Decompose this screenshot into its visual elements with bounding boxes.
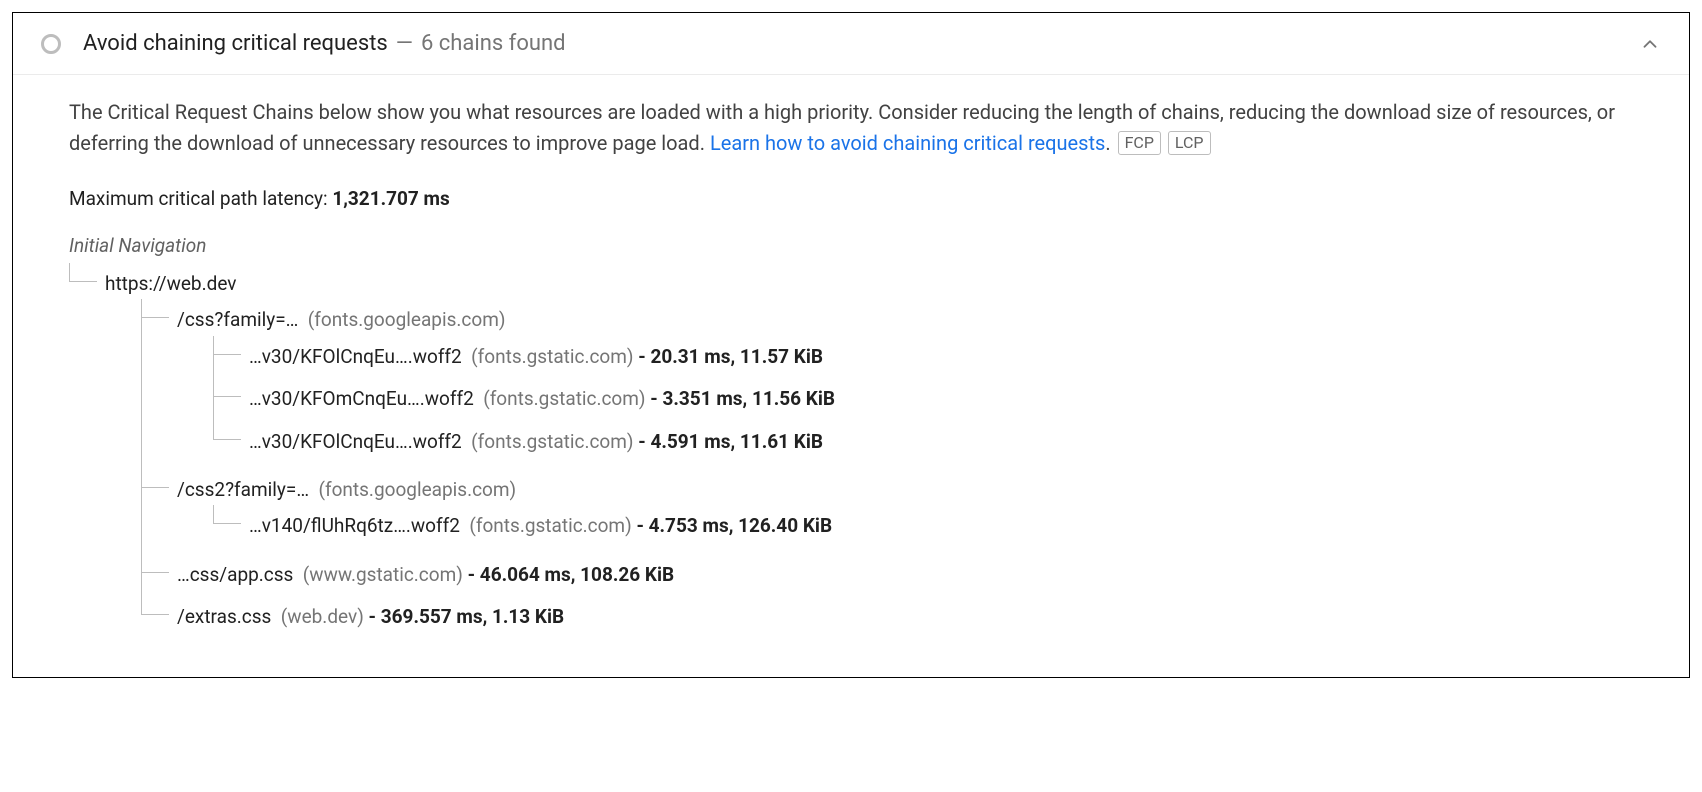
chain-node: https://web.dev/css?family=… (fonts.goog… <box>69 263 1633 645</box>
chain-node-path: …v30/KFOlCnqEu….woff2 <box>249 345 462 368</box>
chain-node-origin: (fonts.gstatic.com) <box>483 387 645 410</box>
chain-node-path: …v140/flUhRq6tz….woff2 <box>249 514 460 537</box>
audit-header[interactable]: Avoid chaining critical requests — 6 cha… <box>13 13 1689 75</box>
max-latency-line: Maximum critical path latency: 1,321.707… <box>69 187 1633 210</box>
chain-node-origin: (web.dev) <box>281 605 364 628</box>
chain-node-stats: - 369.557 ms, 1.13 KiB <box>369 605 565 628</box>
chain-node-path: /extras.css <box>177 605 271 628</box>
chain-node-path: …v30/KFOlCnqEu….woff2 <box>249 430 462 453</box>
initial-navigation-label: Initial Navigation <box>69 234 1633 257</box>
chain-node-stats: - 3.351 ms, 11.56 KiB <box>650 387 835 410</box>
chain-node-origin: (fonts.googleapis.com) <box>308 308 506 331</box>
chain-node: /css2?family=… (fonts.googleapis.com) …v1… <box>141 469 1633 554</box>
chain-node-path: https://web.dev <box>105 272 236 295</box>
metric-badge-lcp: LCP <box>1168 131 1211 155</box>
chain-node-row: /extras.css (web.dev) - 369.557 ms, 1.13… <box>177 605 564 628</box>
chain-node-row: …v30/KFOmCnqEu….woff2 (fonts.gstatic.com… <box>249 387 835 410</box>
chain-node-origin: (www.gstatic.com) <box>303 563 463 586</box>
chain-node: …v30/KFOmCnqEu….woff2 (fonts.gstatic.com… <box>213 378 1633 420</box>
chain-node-row: …v30/KFOlCnqEu….woff2 (fonts.gstatic.com… <box>249 345 823 368</box>
request-chain-tree: Initial Navigation https://web.dev/css?f… <box>69 234 1633 645</box>
chevron-up-icon[interactable] <box>1639 33 1661 55</box>
tree-root-list: https://web.dev/css?family=… (fonts.goog… <box>69 263 1633 645</box>
chain-node-stats: - 46.064 ms, 108.26 KiB <box>468 563 675 586</box>
status-circle-icon <box>41 34 61 54</box>
chain-node-row: /css?family=… (fonts.googleapis.com) <box>177 308 505 331</box>
chain-children: …v140/flUhRq6tz….woff2 (fonts.gstatic.co… <box>189 505 1633 547</box>
chain-node-origin: (fonts.googleapis.com) <box>318 478 516 501</box>
audit-body: The Critical Request Chains below show y… <box>13 75 1689 677</box>
chain-node: …v140/flUhRq6tz….woff2 (fonts.gstatic.co… <box>213 505 1633 547</box>
chain-node-path: …v30/KFOmCnqEu….woff2 <box>249 387 474 410</box>
chain-node: /css?family=… (fonts.googleapis.com) …v30… <box>141 299 1633 469</box>
chain-node-path: …css/app.css <box>177 563 293 586</box>
chain-node: …v30/KFOlCnqEu….woff2 (fonts.gstatic.com… <box>213 336 1633 378</box>
audit-description: The Critical Request Chains below show y… <box>69 97 1633 159</box>
chain-node-row: /css2?family=… (fonts.googleapis.com) <box>177 478 516 501</box>
learn-more-link[interactable]: Learn how to avoid chaining critical req… <box>710 131 1105 155</box>
chain-node-path: /css2?family=… <box>177 478 309 501</box>
chain-node: /extras.css (web.dev) - 369.557 ms, 1.13… <box>141 596 1633 638</box>
chain-node-origin: (fonts.gstatic.com) <box>471 345 633 368</box>
chain-node: …css/app.css (www.gstatic.com) - 46.064 … <box>141 554 1633 596</box>
audit-summary: 6 chains found <box>421 31 566 56</box>
chain-node-row: https://web.dev <box>105 272 236 295</box>
audit-title-separator: — <box>396 31 413 56</box>
max-latency-value: 1,321.707 ms <box>332 187 449 210</box>
chain-node-origin: (fonts.gstatic.com) <box>469 514 631 537</box>
chain-children: /css?family=… (fonts.googleapis.com) …v30… <box>117 299 1633 638</box>
chain-node-stats: - 4.753 ms, 126.40 KiB <box>636 514 832 537</box>
chain-node-origin: (fonts.gstatic.com) <box>471 430 633 453</box>
chain-children: …v30/KFOlCnqEu….woff2 (fonts.gstatic.com… <box>189 336 1633 463</box>
chain-node-path: /css?family=… <box>177 308 298 331</box>
chain-node-row: …v140/flUhRq6tz….woff2 (fonts.gstatic.co… <box>249 514 832 537</box>
chain-node: …v30/KFOlCnqEu….woff2 (fonts.gstatic.com… <box>213 421 1633 463</box>
period: . <box>1105 131 1110 155</box>
audit-title: Avoid chaining critical requests <box>83 31 388 56</box>
max-latency-label: Maximum critical path latency: <box>69 187 332 210</box>
chain-node-stats: - 20.31 ms, 11.57 KiB <box>638 345 823 368</box>
chain-node-row: …css/app.css (www.gstatic.com) - 46.064 … <box>177 563 674 586</box>
chain-node-stats: - 4.591 ms, 11.61 KiB <box>638 430 823 453</box>
audit-card: Avoid chaining critical requests — 6 cha… <box>12 12 1690 678</box>
chain-node-row: …v30/KFOlCnqEu….woff2 (fonts.gstatic.com… <box>249 430 823 453</box>
metric-badge-fcp: FCP <box>1118 131 1161 155</box>
